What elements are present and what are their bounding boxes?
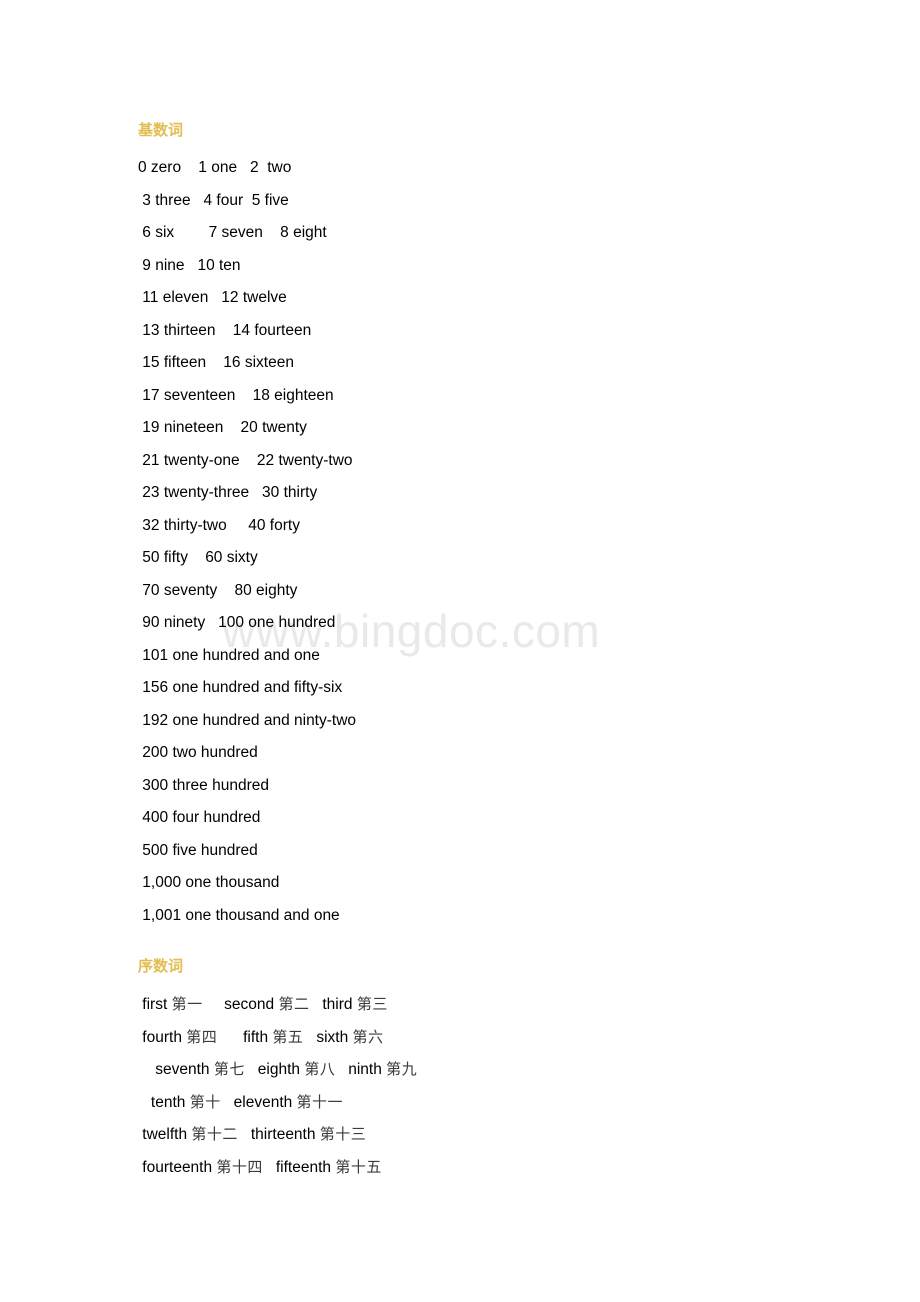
ordinal-english-term: fourteenth: [138, 1158, 217, 1176]
number-line: 156 one hundred and fifty-six: [138, 679, 343, 696]
ordinal-numbers-section: 序数词 first 第一 second 第二 third 第三 fourth 第…: [0, 954, 920, 1183]
number-line: 17 seventeen 18 eighteen: [138, 386, 334, 404]
ordinal-line: twelfth 第十二 thirteenth 第十三: [0, 1118, 920, 1151]
number-line: 9 nine 10 ten: [138, 256, 241, 274]
ordinal-line: seventh 第七 eighth 第八 ninth 第九: [0, 1053, 920, 1086]
number-line: 6 six 7 seven 8 eight: [138, 224, 327, 241]
ordinal-english-term: thirteenth: [237, 1126, 320, 1143]
cardinal-section-heading: 基数词: [138, 121, 184, 139]
number-line: 70 seventy 80 eighty: [138, 581, 298, 599]
ordinal-english-term: first: [138, 996, 172, 1013]
ordinal-english-term: fifth: [217, 1028, 273, 1046]
number-line: 11 eleven 12 twelve: [138, 289, 287, 306]
ordinal-english-term: third: [309, 996, 357, 1013]
ordinal-chinese-gloss: 第五: [272, 1027, 304, 1046]
ordinal-chinese-gloss: 第一: [171, 995, 203, 1013]
ordinal-chinese-gloss: 第十三: [319, 1125, 367, 1143]
number-line: 21 twenty-one 22 twenty-two: [138, 451, 353, 469]
ordinal-english-term: ninth: [335, 1061, 387, 1078]
ordinal-line: tenth 第十 eleventh 第十一: [0, 1086, 920, 1119]
number-line: 3 three 4 four 5 five: [138, 191, 289, 209]
ordinal-english-term: seventh: [138, 1061, 214, 1078]
ordinal-numbers-list: first 第一 second 第二 third 第三 fourth 第四 fi…: [0, 988, 920, 1183]
number-line: 32 thirty-two 40 forty: [138, 516, 300, 534]
ordinal-chinese-gloss: 第八: [304, 1060, 336, 1078]
number-line: 500 five hundred: [138, 841, 258, 859]
ordinal-section-heading: 序数词: [138, 957, 184, 975]
ordinal-english-term: fourth: [138, 1028, 187, 1046]
number-line: 300 three hundred: [138, 776, 269, 794]
ordinal-english-term: fifteenth: [262, 1158, 336, 1176]
number-line: 13 thirteen 14 fourteen: [138, 321, 312, 339]
number-line: 400 four hundred: [138, 809, 261, 826]
number-line: 1,000 one thousand: [138, 874, 280, 891]
ordinal-line: first 第一 second 第二 third 第三: [0, 988, 920, 1021]
cardinal-numbers-list: 0 zero 1 one 2 two 3 three 4 four 5 five…: [0, 152, 920, 932]
ordinal-chinese-gloss: 第十一: [296, 1092, 344, 1111]
number-line: 50 fifty 60 sixty: [138, 549, 258, 566]
number-line: 15 fifteen 16 sixteen: [138, 354, 294, 371]
number-line: 1,001 one thousand and one: [138, 906, 340, 924]
cardinal-numbers-section: 基数词 0 zero 1 one 2 two 3 three 4 four 5 …: [0, 118, 920, 932]
ordinal-chinese-gloss: 第十四: [216, 1157, 263, 1176]
number-line: 0 zero 1 one 2 two: [138, 159, 292, 176]
ordinal-english-term: eleventh: [220, 1093, 297, 1111]
ordinal-english-term: twelfth: [138, 1126, 192, 1143]
ordinal-chinese-gloss: 第七: [213, 1060, 245, 1078]
number-line: 200 two hundred: [138, 744, 258, 761]
ordinal-chinese-gloss: 第十二: [191, 1125, 238, 1143]
ordinal-chinese-gloss: 第二: [278, 995, 310, 1013]
ordinal-english-term: second: [202, 996, 279, 1013]
number-line: 19 nineteen 20 twenty: [138, 419, 307, 436]
ordinal-chinese-gloss: 第十五: [335, 1157, 382, 1176]
number-line: 90 ninety 100 one hundred: [138, 614, 336, 631]
ordinal-chinese-gloss: 第十: [189, 1092, 221, 1111]
ordinal-english-term: sixth: [303, 1028, 353, 1046]
number-line: 23 twenty-three 30 thirty: [138, 484, 318, 501]
ordinal-chinese-gloss: 第九: [386, 1060, 418, 1078]
ordinal-english-term: eighth: [244, 1061, 305, 1078]
ordinal-chinese-gloss: 第三: [356, 995, 388, 1013]
number-line: 101 one hundred and one: [138, 646, 320, 664]
ordinal-chinese-gloss: 第四: [186, 1027, 218, 1046]
ordinal-line: fourteenth 第十四 fifteenth 第十五: [0, 1151, 920, 1184]
ordinal-english-term: tenth: [138, 1093, 190, 1111]
document-page: www.bingdoc.com 基数词 0 zero 1 one 2 two 3…: [0, 0, 920, 1302]
number-line: 192 one hundred and ninty-two: [138, 711, 357, 729]
ordinal-line: fourth 第四 fifth 第五 sixth 第六: [0, 1021, 920, 1054]
ordinal-chinese-gloss: 第六: [352, 1027, 384, 1046]
